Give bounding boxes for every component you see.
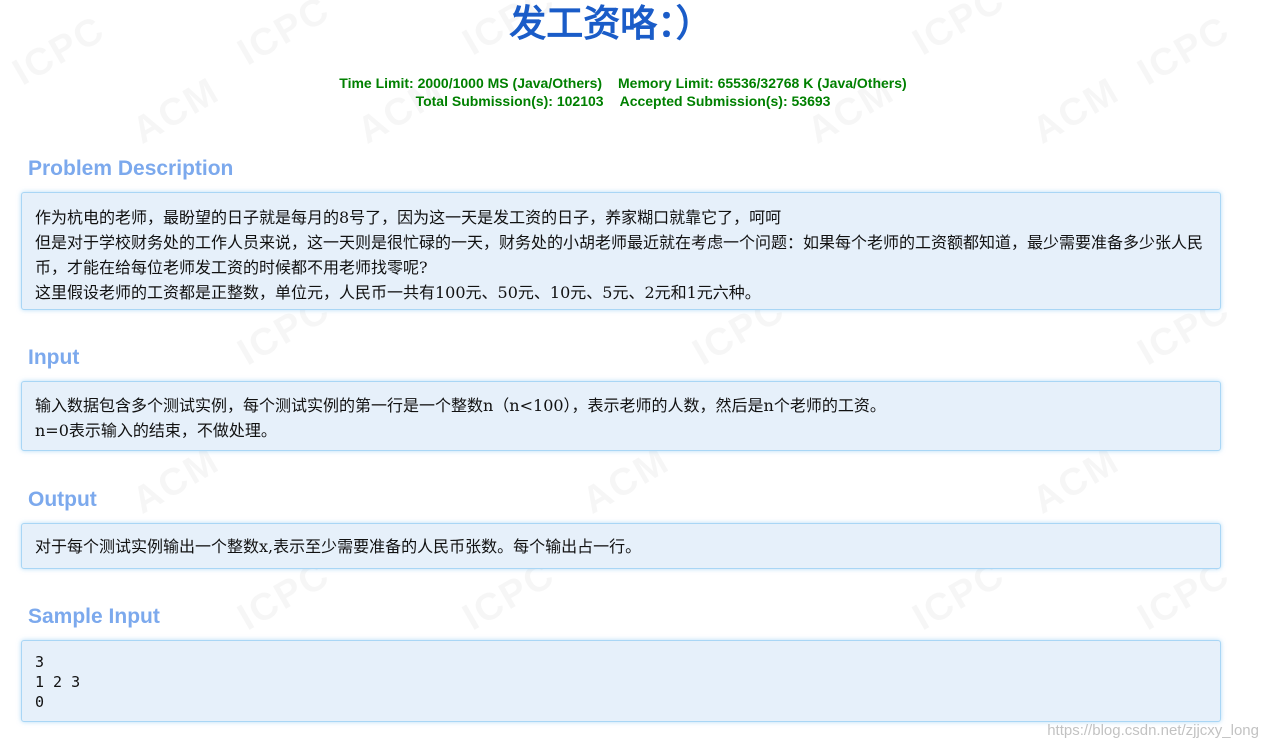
sample-input-line: 3 (35, 653, 45, 671)
time-limit: Time Limit: 2000/1000 MS (Java/Others) (339, 75, 603, 91)
sample-input-line: 0 (35, 693, 45, 711)
input-heading: Input (28, 346, 80, 369)
description-line: 作为杭电的老师，最盼望的日子就是每月的8号了，因为这一天是发工资的日子，养家糊口… (35, 208, 782, 227)
accepted-submissions: Accepted Submission(s): 53693 (619, 93, 831, 109)
memory-limit: Memory Limit: 65536/32768 K (Java/Others… (618, 75, 907, 91)
watermark-acm: ACM (125, 440, 227, 524)
problem-title: 发工资咯：） (509, 2, 713, 45)
sample-input-line: 1 2 3 (35, 673, 81, 691)
problem-page: ICPC ICPC ICPC ICPC ICPC ACM ACM ACM ACM… (0, 0, 1269, 750)
input-line: 输入数据包含多个测试实例，每个测试实例的第一行是一个整数n（n<100），表示老… (35, 396, 886, 415)
output-panel: 对于每个测试实例输出一个整数x,表示至少需要准备的人民币张数。每个输出占一行。 (21, 523, 1221, 569)
blog-credit-watermark: https://blog.csdn.net/zjjcxy_long (1047, 722, 1259, 739)
output-line: 对于每个测试实例输出一个整数x,表示至少需要准备的人民币张数。每个输出占一行。 (35, 537, 642, 556)
description-heading: Problem Description (28, 157, 234, 180)
sample-input-panel: 3 1 2 3 0 (21, 640, 1221, 722)
watermark-layer: ICPC ICPC ICPC ICPC ICPC ACM ACM ACM ACM… (0, 0, 1269, 750)
description-line: 这里假设老师的工资都是正整数，单位元，人民币一共有100元、50元、10元、5元… (35, 283, 761, 302)
watermark-acm: ACM (1025, 440, 1127, 524)
sample-input-heading: Sample Input (28, 605, 160, 628)
description-panel: 作为杭电的老师，最盼望的日子就是每月的8号了，因为这一天是发工资的日子，养家糊口… (21, 192, 1221, 310)
limits-row-1: Time Limit: 2000/1000 MS (Java/Others) Me… (0, 74, 1246, 92)
watermark-acm: ACM (575, 440, 677, 524)
input-panel: 输入数据包含多个测试实例，每个测试实例的第一行是一个整数n（n<100），表示老… (21, 381, 1221, 451)
output-heading: Output (28, 488, 97, 511)
limits-row-2: Total Submission(s): 102103 Accepted Subm… (0, 92, 1246, 110)
problem-limits: Time Limit: 2000/1000 MS (Java/Others) Me… (0, 74, 1246, 110)
input-line: n=0表示输入的结束，不做处理。 (35, 421, 277, 440)
total-submissions: Total Submission(s): 102103 (415, 93, 604, 109)
description-line: 但是对于学校财务处的工作人员来说，这一天则是很忙碌的一天，财务处的小胡老师最近就… (35, 233, 1204, 277)
